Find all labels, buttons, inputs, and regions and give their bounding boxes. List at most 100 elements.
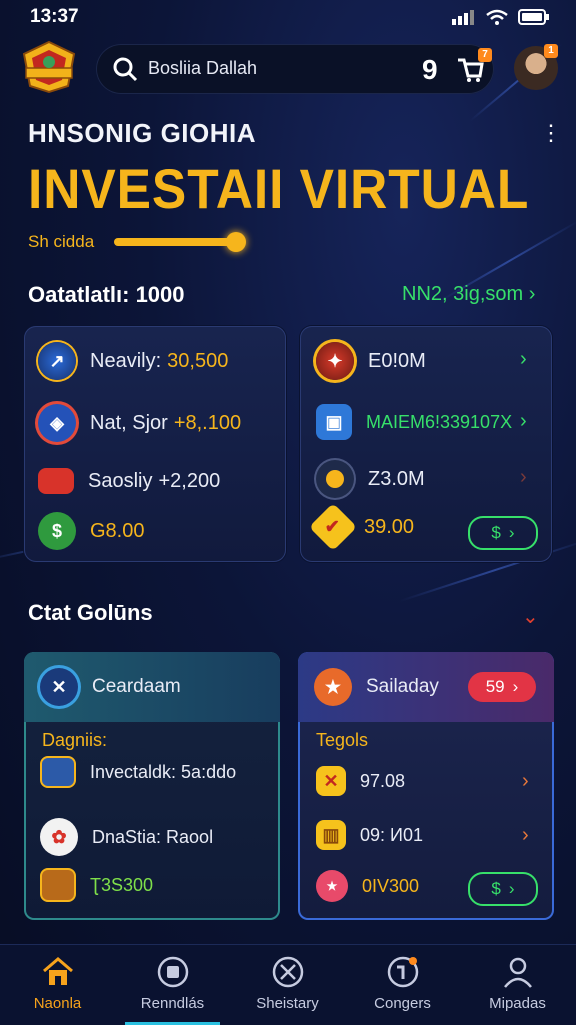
search-input[interactable]: Bosliia Dallah [148,58,257,79]
chevron-right-icon[interactable]: › [520,410,527,433]
progress-bar[interactable] [114,238,242,246]
status-time: 13:37 [30,6,79,28]
list-item[interactable]: Invectaldk: 5a:ddo [40,756,236,788]
wallet-icon: ▣ [316,404,352,440]
section-title: Ctat Golūns [28,600,153,626]
right-panel[interactable]: ★ Sailaday 59› Tegols ✕ 97.08 › ▥ 09: И0… [298,652,554,920]
trophy-icon: ★ [314,668,352,706]
markets-card[interactable]: ✦ E0!0M › ▣ MAIEM6!339107X › Z3.0M › ✔ 3… [300,326,552,562]
status-bar: 13:37 [0,0,576,34]
list-item[interactable]: Ʈ3S300 [40,868,153,902]
chevron-right-icon[interactable]: › [522,770,529,793]
buy-button[interactable]: $› [468,872,538,906]
wifi-icon [486,9,508,25]
chevron-right-icon[interactable]: › [520,466,527,489]
list-item[interactable]: ✿ DnaStia: Raool [40,818,213,856]
holdings-card[interactable]: ↗ Neavily: 30,500 ◈ Nat, Sjor +8,.100 Sa… [24,326,286,562]
list-item[interactable]: ✕ 97.08 [316,766,405,796]
search-bar[interactable]: Bosliia Dallah 9 7 [96,44,494,94]
app-logo[interactable] [20,40,78,94]
row-text: 97.08 [360,771,405,792]
chart-up-icon: ↗ [38,342,76,380]
row-label: Neavily: [90,350,161,373]
panel-header-label: Sailaday [366,676,439,698]
summary-link-label: NN2, 3ig,som [402,283,523,305]
list-item[interactable]: $ G8.00 [38,512,144,550]
list-item[interactable]: ✦ E0!0M [316,342,426,380]
nav-label: Sheistary [230,995,345,1012]
chevron-right-icon[interactable]: › [522,824,529,847]
row-text: Ʈ3S300 [90,875,153,896]
battery-icon [518,8,550,26]
badge-icon: ✔ [309,503,357,551]
progress-label: Sh cidda [28,232,94,252]
nav-item-strategy[interactable]: Sheistary [230,945,345,1025]
row-text: DnaStia: Raool [92,827,213,848]
swords-icon [271,955,305,989]
page-title: INVESTAII VIRTUAL [28,156,529,221]
nav-item-congers[interactable]: Congers [345,945,460,1025]
list-item[interactable]: ◈ Nat, Sjor +8,.100 [38,404,241,442]
shop-icon [40,868,76,902]
cart-count-badge[interactable]: 9 [422,54,438,86]
row-value: +8,.100 [174,412,241,435]
panel-subhead: Tegols [316,730,368,751]
avatar-badge: 1 [544,44,558,58]
chevron-right-icon: › [529,283,536,305]
list-item[interactable]: Z3.0M [316,460,425,498]
row-text: 0IV300 [362,876,419,897]
nav-item-profile[interactable]: Mipadas [460,945,575,1025]
more-menu-icon[interactable]: ⋮ [540,120,562,146]
cross-icon: ✕ [316,766,346,796]
summary-title: Oatatlatlı: 1000 [28,282,185,308]
row-text: 09: И01 [360,825,423,846]
left-panel[interactable]: ✕ Ceardaam Dagniis: Invectaldk: 5a:ddo ✿… [24,652,280,920]
row-text: E0!0M [368,350,426,373]
compass-icon: ✕ [40,668,78,706]
buy-button-label: $ [491,523,500,543]
collapse-icon[interactable]: ⌄ [522,604,539,629]
list-item[interactable]: Saosliy +2,200 [38,468,220,494]
nav-item-home[interactable]: Naonla [0,945,115,1025]
list-item[interactable]: ▣ MAIEM6!339107X [316,404,512,440]
signal-icon [452,9,476,25]
nav-label: Naonla [0,995,115,1012]
status-icons [452,8,550,26]
row-value: +2,200 [158,470,220,493]
list-item[interactable]: ✔ 39.00 [316,510,414,544]
row-text: Invectaldk: 5a:ddo [90,762,236,783]
row-text: Z3.0M [368,468,425,491]
count-badge[interactable]: 59› [468,672,536,702]
row-value: G8.00 [90,520,144,543]
cash-icon: $ [38,512,76,550]
list-item[interactable]: ▥ 09: И01 [316,820,423,850]
nav-item-rewards[interactable]: Renndlás [115,945,230,1025]
row-text: 39.00 [364,516,414,539]
chevron-right-icon[interactable]: › [520,348,527,371]
count-badge-value: 59 [486,677,505,697]
nav-label: Renndlás [115,995,230,1012]
home-icon [41,955,75,989]
trophy-icon [386,955,420,989]
chevron-right-icon: › [509,523,515,543]
rocket-icon: ✦ [316,342,354,380]
ticket-icon [38,468,74,494]
row-label: Saosliy [88,470,152,493]
summary-link[interactable]: NN2, 3ig,som › [402,283,535,306]
progress-handle[interactable] [226,232,246,252]
list-item[interactable]: ↗ Neavily: 30,500 [38,342,228,380]
panel-header-row[interactable]: ✕ Ceardaam [40,668,181,706]
panel-header-row[interactable]: ★ Sailaday [314,668,439,706]
panel-subhead: Dagniis: [42,730,107,751]
target-icon [156,955,190,989]
list-item[interactable]: ★ 0IV300 [316,870,419,902]
bottom-nav: Naonla Renndlás Sheistary Congers Mipada… [0,944,576,1025]
nav-label: Congers [345,995,460,1012]
notification-badge: 7 [478,48,492,62]
buy-button[interactable]: $› [468,516,538,550]
chest-icon [40,756,76,788]
gift-icon: ✿ [40,818,78,856]
nav-label: Mipadas [460,995,575,1012]
row-label: Nat, Sjor [90,412,168,435]
chevron-right-icon: › [509,879,515,899]
